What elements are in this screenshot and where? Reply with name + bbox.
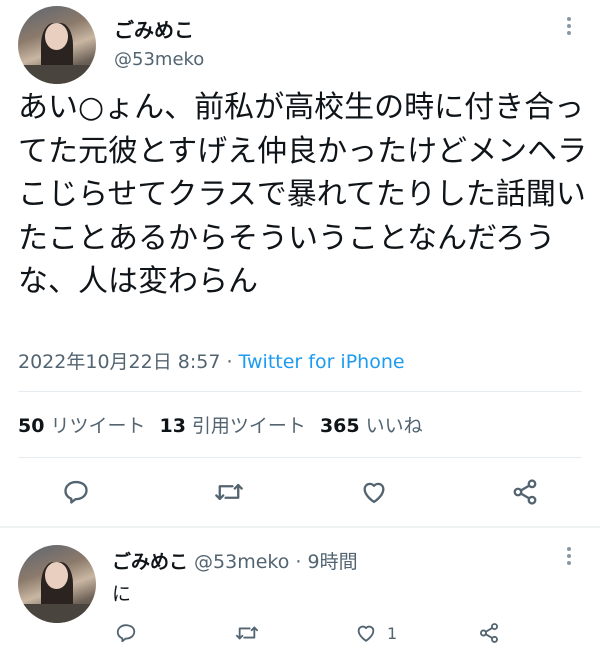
like-button[interactable] bbox=[358, 476, 390, 508]
reply-reply-button[interactable] bbox=[112, 619, 140, 647]
reply-icon bbox=[116, 624, 136, 643]
section-divider bbox=[0, 526, 600, 528]
user-handle[interactable]: @53meko bbox=[114, 49, 204, 70]
like-label[interactable]: いいね bbox=[366, 415, 423, 437]
reply-share-button[interactable] bbox=[475, 619, 503, 647]
divider bbox=[18, 457, 582, 458]
retweet-icon bbox=[236, 626, 259, 640]
reply-more-options-icon[interactable] bbox=[566, 547, 572, 565]
more-options-icon[interactable] bbox=[566, 17, 572, 35]
heart-icon bbox=[357, 625, 375, 642]
reply-handle-time[interactable]: @53meko · 9時間 bbox=[188, 551, 358, 573]
tweet-meta: 2022年10月22日 8:57 · Twitter for iPhone bbox=[18, 347, 405, 374]
reply-text: に bbox=[112, 583, 132, 605]
retweet-button[interactable] bbox=[213, 476, 245, 508]
main-tweet: ごみめこ @53meko あい○ょん、前私が高校生の時に付き合ってた元彼とすげえ… bbox=[0, 0, 600, 526]
reply-avatar[interactable] bbox=[18, 545, 96, 623]
reply-button[interactable] bbox=[60, 476, 92, 508]
tweet-text: あい○ょん、前私が高校生の時に付き合ってた元彼とすげえ仲良かったけどメンヘラこじ… bbox=[18, 90, 588, 299]
share-button[interactable] bbox=[509, 476, 541, 508]
timestamp[interactable]: 2022年10月22日 8:57 bbox=[18, 351, 220, 373]
tweet-stats: 50 リツイート 13 引用ツイート 365 いいね bbox=[18, 411, 437, 438]
retweet-count[interactable]: 50 bbox=[18, 415, 44, 437]
reply-like-button[interactable]: 1 bbox=[355, 619, 415, 647]
source-link[interactable]: Twitter for iPhone bbox=[239, 351, 405, 373]
meta-separator: · bbox=[220, 351, 239, 373]
share-icon bbox=[480, 623, 498, 643]
quote-label[interactable]: 引用ツイート bbox=[192, 415, 306, 437]
reply-retweet-button[interactable] bbox=[233, 619, 261, 647]
quote-count[interactable]: 13 bbox=[159, 415, 185, 437]
reply-header: ごみめこ @53meko · 9時間 bbox=[112, 547, 358, 574]
heart-icon bbox=[363, 482, 385, 504]
display-name[interactable]: ごみめこ bbox=[114, 14, 194, 43]
retweet-label[interactable]: リツイート bbox=[50, 415, 145, 437]
divider bbox=[18, 391, 582, 392]
reply-like-count: 1 bbox=[387, 623, 398, 643]
like-count[interactable]: 365 bbox=[320, 415, 360, 437]
reply-display-name[interactable]: ごみめこ bbox=[112, 551, 188, 573]
retweet-icon bbox=[215, 483, 243, 501]
share-icon bbox=[513, 479, 537, 505]
avatar[interactable] bbox=[18, 6, 96, 84]
reply-icon bbox=[64, 480, 88, 504]
